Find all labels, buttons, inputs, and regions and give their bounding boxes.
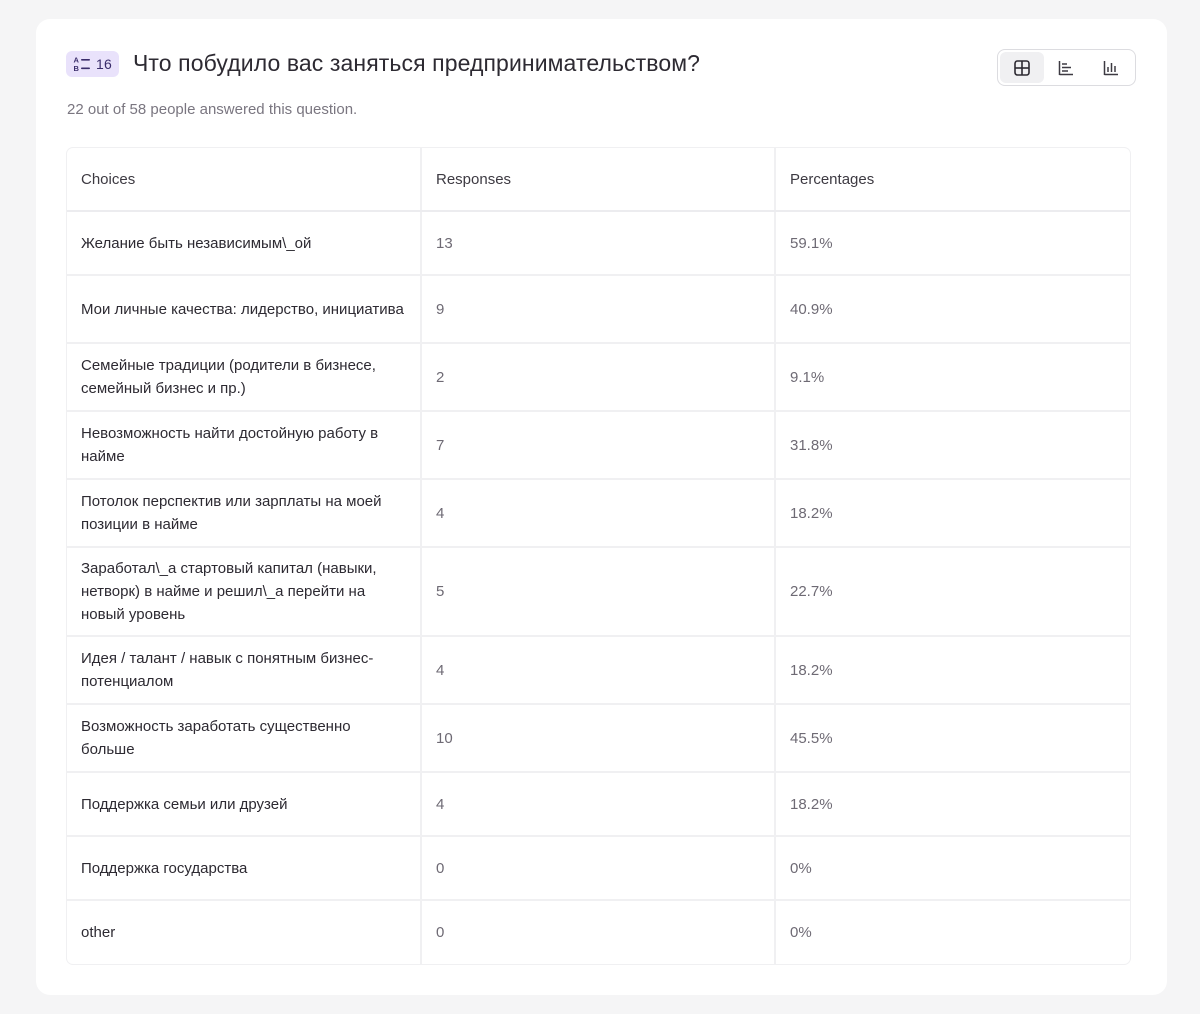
table-row: Мои личные качества: лидерство, инициати… (67, 275, 1130, 344)
percentage-cell: 31.8% (774, 411, 1130, 480)
table-view-button[interactable] (1000, 52, 1045, 83)
percentage-cell: 18.2% (774, 479, 1130, 548)
choice-cell: Возможность заработать существенно больш… (67, 704, 421, 773)
question-number: 16 (96, 55, 112, 72)
table-row: Идея / талант / навык с понятным бизнес-… (67, 636, 1130, 705)
percentage-cell: 0% (774, 836, 1130, 901)
results-table: Choices Responses Percentages Желание бы… (67, 148, 1130, 964)
horizontal-bar-chart-icon (1059, 60, 1074, 75)
responses-cell: 10 (420, 704, 775, 773)
vertical-bar-view-button[interactable] (1089, 52, 1133, 83)
percentage-cell: 18.2% (774, 636, 1130, 705)
table-row: Поддержка семьи или друзей 4 18.2% (67, 772, 1130, 837)
percentage-cell: 22.7% (774, 547, 1130, 637)
results-table-wrapper: Choices Responses Percentages Желание бы… (67, 148, 1130, 964)
choice-cell: Мои личные качества: лидерство, инициати… (67, 275, 421, 344)
choice-cell: Заработал\_а стартовый капитал (навыки, … (67, 547, 421, 637)
percentage-cell: 40.9% (774, 275, 1130, 344)
percentage-cell: 45.5% (774, 704, 1130, 773)
table-row: Заработал\_а стартовый капитал (навыки, … (67, 547, 1130, 637)
responses-cell: 7 (420, 411, 775, 480)
responses-cell: 13 (420, 211, 775, 276)
table-row: Возможность заработать существенно больш… (67, 704, 1130, 773)
table-row: Семейные традиции (родители в бизнесе, с… (67, 343, 1130, 412)
responses-cell: 4 (420, 636, 775, 705)
responses-cell: 5 (420, 547, 775, 637)
column-header-percentages: Percentages (774, 148, 1130, 212)
column-header-choices: Choices (67, 148, 421, 212)
responses-cell: 4 (420, 772, 775, 837)
question-title: Что побудило вас заняться предпринимател… (132, 50, 701, 76)
table-icon (1014, 59, 1030, 76)
responses-cell: 0 (420, 900, 775, 964)
responses-cell: 0 (420, 836, 775, 901)
question-number-badge: A B 16 (66, 50, 119, 77)
horizontal-bar-view-button[interactable] (1044, 52, 1088, 83)
choice-cell: Невозможность найти достойную работу в н… (67, 411, 421, 480)
choice-cell: Поддержка семьи или друзей (67, 772, 421, 837)
table-row: Невозможность найти достойную работу в н… (67, 411, 1130, 480)
percentage-cell: 18.2% (774, 772, 1130, 837)
responses-cell: 9 (420, 275, 775, 344)
column-header-responses: Responses (420, 148, 775, 212)
table-row: other 0 0% (67, 900, 1130, 964)
responses-cell: 2 (420, 343, 775, 412)
view-switcher (997, 49, 1136, 86)
choice-cell: Идея / талант / навык с понятным бизнес-… (67, 636, 421, 705)
choice-cell: other (81, 924, 116, 941)
response-summary: 22 out of 58 people answered this questi… (67, 101, 358, 118)
percentage-cell: 9.1% (774, 343, 1130, 412)
responses-cell: 4 (420, 479, 775, 548)
table-header-row: Choices Responses Percentages (67, 148, 1130, 212)
question-card: A B 16 Что побудило вас заняться предпри… (36, 19, 1167, 995)
table-row: Желание быть независимым\_ой 13 59.1% (67, 211, 1130, 276)
svg-text:B: B (74, 64, 80, 73)
table-row: Поддержка государства 0 0% (67, 836, 1130, 901)
choice-cell: Желание быть независимым\_ой (67, 211, 421, 276)
table-row: Потолок перспектив или зарплаты на моей … (67, 479, 1130, 548)
question-header: A B 16 Что побудило вас заняться предпри… (66, 50, 700, 77)
choice-cell: Семейные традиции (родители в бизнесе, с… (67, 343, 421, 412)
choice-cell: Поддержка государства (67, 836, 421, 901)
vertical-bar-chart-icon (1103, 60, 1118, 75)
multiple-choice-icon: A B (72, 54, 92, 74)
percentage-cell: 0% (774, 900, 1130, 964)
choice-cell: Потолок перспектив или зарплаты на моей … (67, 479, 421, 548)
percentage-cell: 59.1% (774, 211, 1130, 276)
